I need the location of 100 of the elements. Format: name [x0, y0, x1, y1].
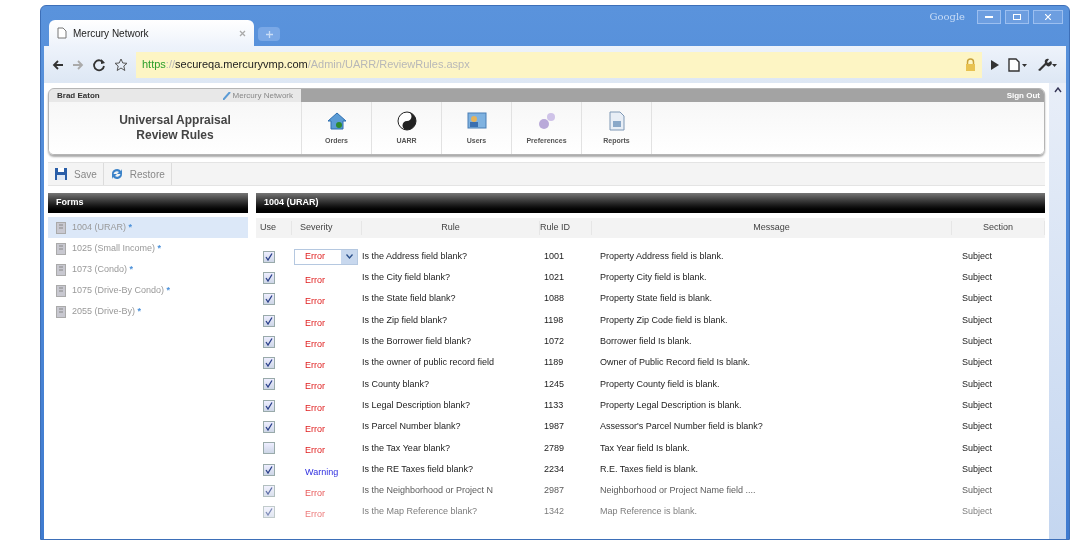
scrollbar[interactable]: [1049, 83, 1066, 539]
close-icon: [1045, 13, 1051, 20]
column-header[interactable]: Message: [592, 221, 952, 235]
table-cell-text: Is the State field blank?: [362, 292, 457, 306]
use-checkbox[interactable]: [263, 463, 275, 476]
padlock-icon: [965, 58, 976, 71]
table-cell-text: 1133: [543, 398, 565, 412]
use-checkbox[interactable]: [263, 442, 275, 455]
table-cell-text: 1987: [543, 420, 566, 434]
table-cell-text: 1198: [543, 313, 565, 327]
refresh-icon: [109, 167, 124, 181]
users-icon: [465, 109, 488, 132]
severity-text: Error: [304, 360, 325, 371]
page-menu-icon[interactable]: [1008, 57, 1028, 72]
plus-icon: [265, 30, 273, 38]
use-checkbox[interactable]: [263, 271, 275, 284]
play-icon[interactable]: [990, 58, 1000, 71]
table-cell-text: Is the Zip field blank?: [362, 313, 449, 327]
use-checkbox[interactable]: [263, 314, 275, 327]
panel-title: 1004 (URAR): [264, 196, 319, 210]
table-cell-text: Is the Tax Year blank?: [362, 441, 451, 455]
table-cell-text: Is Legal Description blank?: [362, 398, 472, 412]
table-cell-text: Subject: [961, 292, 993, 306]
reload-icon[interactable]: [92, 57, 106, 72]
caret-up-icon[interactable]: [1053, 87, 1062, 93]
table-cell-text: Is the RE Taxes field blank?: [362, 462, 474, 476]
use-checkbox[interactable]: [263, 421, 275, 433]
address-bar[interactable]: https://secureqa.mercuryvmp.com/Admin/UARR/ReviewRules.aspx: [136, 51, 982, 78]
form-list-item[interactable]: 1025 (Small Income) *: [48, 238, 248, 259]
table-cell-text: Tax Year field Is blank.: [599, 441, 691, 455]
table-cell-text: Subject: [961, 398, 993, 412]
browser-tab[interactable]: Mercury Network: [49, 20, 254, 46]
use-checkbox[interactable]: [263, 378, 275, 391]
form-icon: [56, 305, 66, 318]
table-cell-text: Subject: [961, 313, 993, 327]
column-header[interactable]: Section: [952, 221, 1045, 235]
table-cell-text: Neighborhood or Project Name field ....: [599, 484, 757, 498]
use-checkbox[interactable]: [263, 484, 275, 497]
table-cell-text: Property County field is blank.: [599, 377, 721, 391]
use-checkbox[interactable]: [263, 399, 275, 412]
page-icon: [57, 27, 67, 39]
table-cell-text: 2234: [543, 462, 566, 476]
use-checkbox[interactable]: [263, 335, 275, 348]
use-checkbox[interactable]: [263, 506, 275, 519]
form-icon: [56, 263, 66, 276]
star-icon[interactable]: [114, 57, 128, 72]
table-cell-text: R.E. Taxes field is blank.: [599, 462, 699, 476]
table-cell-text: Subject: [961, 271, 993, 285]
severity-text: Error: [304, 402, 325, 413]
severity-text: Error: [304, 381, 325, 392]
table-cell-text: Subject: [961, 377, 993, 391]
table-cell-text: 1001: [543, 249, 566, 263]
use-checkbox[interactable]: [263, 357, 275, 370]
table-cell-text: Property Legal Description is blank.: [599, 398, 743, 412]
form-list-item[interactable]: 1075 (Drive-By Condo) *: [48, 280, 248, 301]
table-cell-text: 1245: [543, 377, 566, 391]
column-header[interactable]: Rule: [362, 221, 540, 235]
severity-text: Error: [304, 338, 325, 349]
form-icon: [56, 284, 66, 297]
minimize-button[interactable]: [977, 9, 1001, 24]
form-icon: [56, 221, 66, 234]
table-cell-text: Subject: [961, 356, 993, 370]
table-cell-text: Subject: [961, 420, 993, 434]
table-cell-text: 1189: [543, 356, 565, 370]
table-cell-text: Owner of Public Record field Is blank.: [599, 356, 752, 370]
caret-down-icon[interactable]: [345, 254, 353, 260]
table-cell-text: 2987: [543, 484, 566, 498]
table-cell-text: Subject: [961, 441, 993, 455]
back-arrow-icon[interactable]: [52, 58, 64, 71]
severity-text: Warning: [304, 466, 339, 477]
panel-title: Forms: [56, 196, 84, 210]
table-cell-text: Is the Borrower field blank?: [362, 335, 473, 349]
table-cell-text: Subject: [961, 462, 993, 476]
form-list-item[interactable]: 2055 (Drive-By) *: [48, 301, 248, 322]
table-cell-text: Is County blank?: [362, 377, 431, 391]
url-text: https://secureqa.mercuryvmp.com/Admin/UARR/ReviewRules.aspx: [142, 57, 470, 73]
table-cell-text: 2789: [543, 441, 566, 455]
table-cell-text: Property City field is blank.: [599, 271, 708, 285]
use-checkbox[interactable]: [263, 293, 275, 306]
table-cell-text: Property Address field is blank.: [599, 249, 725, 263]
severity-text: Error: [304, 445, 325, 456]
use-checkbox[interactable]: [263, 250, 275, 263]
maximize-button[interactable]: [1005, 9, 1029, 24]
form-icon: [56, 242, 66, 255]
severity-text: Error: [304, 424, 325, 435]
table-cell-text: Assessor's Parcel Number field is blank?: [599, 420, 764, 434]
severity-dropdown[interactable]: Error: [294, 248, 358, 265]
severity-text: Error: [304, 274, 325, 285]
column-header[interactable]: Severity: [292, 221, 362, 235]
table-cell-text: Map Reference is blank.: [599, 505, 699, 519]
severity-text: Error: [304, 317, 325, 328]
wrench-icon[interactable]: [1036, 57, 1058, 72]
table-cell-text: Is the Address field blank?: [362, 249, 469, 263]
column-header[interactable]: Use: [256, 221, 292, 235]
form-list-item[interactable]: 1073 (Condo) *: [48, 259, 248, 280]
column-header[interactable]: Rule ID: [540, 221, 592, 235]
table-cell-text: Is the owner of public record field: [362, 356, 496, 370]
close-button[interactable]: [1033, 9, 1063, 24]
table-cell-text: Is the Map Reference blank?: [362, 505, 479, 519]
tab-title: Mercury Network: [73, 26, 150, 41]
